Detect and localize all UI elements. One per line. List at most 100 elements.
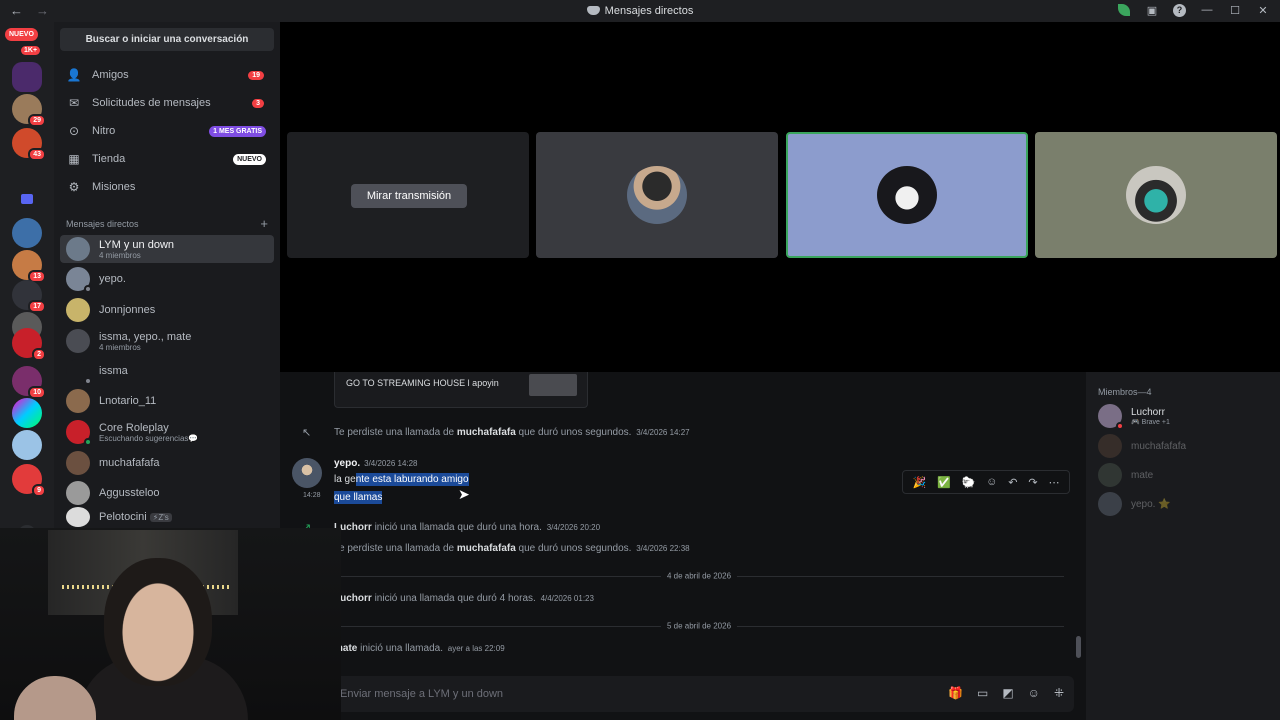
new-dm-icon[interactable]: +: [260, 216, 268, 231]
message-composer[interactable]: Enviar mensaje a LYM y un down 🎁 ▭ ◩ ☺ ⁜: [334, 676, 1074, 712]
more-icon[interactable]: ⋯: [1048, 476, 1059, 489]
call-stage: Mirar transmisión: [280, 22, 1280, 372]
apps-icon[interactable]: ⁜: [1054, 686, 1064, 700]
forward-icon[interactable]: ↷: [1028, 476, 1037, 489]
dm-item[interactable]: Core Roleplay Escuchando sugerencias💬: [60, 418, 274, 446]
message-actions-toolbar: 🎉 ✅ 🐑 ☺ ↶ ↷ ⋯: [902, 470, 1070, 494]
sticker-icon[interactable]: ◩: [1002, 686, 1013, 700]
server-icon[interactable]: 2: [12, 328, 46, 361]
participant-avatar: [877, 166, 937, 224]
dm-item[interactable]: Aggussteloo: [60, 479, 274, 507]
avatar: [66, 420, 92, 446]
window-title: Mensajes directos: [0, 5, 1280, 17]
nav-message-requests[interactable]: ✉ Solicitudes de mensajes 3: [60, 90, 274, 116]
watch-stream-button[interactable]: Mirar transmisión: [351, 184, 467, 208]
avatar: [66, 237, 90, 261]
title-bar: ← → Mensajes directos ▣ ? — ☐ ✕: [0, 0, 1280, 22]
avatar: [66, 267, 92, 293]
server-icon[interactable]: 17: [12, 280, 46, 313]
server-icon[interactable]: [12, 398, 42, 428]
webcam-overlay: [0, 528, 341, 720]
avatar: [1098, 463, 1122, 487]
member-item[interactable]: mate: [1098, 463, 1153, 487]
discord-logo-icon: [586, 6, 600, 15]
dm-item[interactable]: Lnotario_11: [60, 387, 274, 415]
add-reaction-icon[interactable]: ☺: [986, 476, 997, 488]
hover-timestamp: 14:28: [303, 492, 321, 499]
unread-count-badge: 1K+: [21, 46, 41, 55]
message-input[interactable]: Enviar mensaje a LYM y un down: [340, 688, 503, 700]
nitro-promo-tag: 1 MES GRATIS: [209, 125, 266, 137]
server-icon[interactable]: 13: [12, 250, 46, 283]
dm-item[interactable]: issma: [60, 357, 274, 385]
gift-icon[interactable]: 🎁: [948, 686, 963, 700]
dm-item[interactable]: yepo.: [60, 265, 274, 293]
avatar[interactable]: [292, 458, 322, 488]
message-text: que llamas: [334, 491, 383, 504]
nav-friends[interactable]: 👤 Amigos 19: [60, 62, 274, 88]
avatar: [66, 451, 90, 475]
server-icon[interactable]: 29: [12, 94, 46, 127]
server-icon[interactable]: 43: [12, 128, 46, 161]
dm-item[interactable]: LYM y un down 4 miembros: [60, 235, 274, 263]
nav-quests[interactable]: ⚙ Misiones: [60, 174, 274, 200]
member-item[interactable]: Luchorr 🎮 Brave +1: [1098, 404, 1170, 430]
chat-area: GO TO STREAMING HOUSE l apoyin ↖ Te perd…: [280, 372, 1086, 720]
avatar: [66, 481, 90, 505]
avatar: [66, 298, 90, 322]
server-icon[interactable]: [12, 218, 42, 248]
search-conversation-button[interactable]: Buscar o iniciar una conversación: [60, 28, 274, 51]
server-icon[interactable]: 10: [12, 366, 46, 399]
participant-tile[interactable]: [536, 132, 778, 258]
system-message: Luchorr inició una llamada que duró 4 ho…: [334, 593, 594, 604]
system-message: Te perdiste una llamada de muchafafafa q…: [334, 543, 690, 554]
nuevo-badge[interactable]: NUEVO: [5, 28, 38, 41]
requests-badge: 3: [252, 98, 264, 108]
dm-item[interactable]: muchafafafa: [60, 449, 274, 477]
folder-icon[interactable]: [21, 194, 33, 204]
member-item[interactable]: yepo. ⭐: [1098, 492, 1171, 516]
gif-icon[interactable]: ▭: [977, 686, 988, 700]
party-reaction-icon[interactable]: 🎉: [912, 476, 926, 489]
help-icon[interactable]: ?: [1173, 3, 1186, 17]
emoji-icon[interactable]: ☺: [1028, 686, 1040, 700]
chat-scrollbar[interactable]: [1076, 636, 1081, 658]
dm-item[interactable]: Pelotocini ⚡Z's: [60, 506, 274, 528]
server-icon[interactable]: [12, 62, 42, 92]
dm-section-header: Mensajes directos +: [66, 216, 268, 231]
nitro-icon: ⊙: [68, 124, 80, 138]
date-divider: 4 de abril de 2026: [334, 571, 1064, 581]
server-icon[interactable]: [12, 430, 42, 460]
system-message: mate inició una llamada. ayer a las 22:0…: [334, 643, 505, 654]
reply-icon[interactable]: ↶: [1008, 476, 1017, 489]
shop-new-tag: NUEVO: [233, 153, 266, 165]
webcam-person-face: [104, 558, 212, 686]
participant-avatar: [1126, 166, 1186, 224]
webcam-person-hand: [14, 676, 96, 720]
system-message: Te perdiste una llamada de muchafafafa q…: [334, 427, 690, 438]
avatar: [1098, 492, 1122, 516]
participant-tile[interactable]: [1035, 132, 1277, 258]
member-item[interactable]: muchafafafa: [1098, 434, 1186, 458]
close-icon[interactable]: ✕: [1256, 3, 1270, 17]
leaf-icon[interactable]: [1117, 3, 1131, 17]
sheep-reaction-icon[interactable]: 🐑: [962, 476, 976, 489]
avatar: [1098, 404, 1124, 430]
screen-icon[interactable]: ▣: [1145, 3, 1159, 17]
stream-tile[interactable]: Mirar transmisión: [287, 132, 529, 258]
nav-nitro[interactable]: ⊙ Nitro 1 MES GRATIS: [60, 118, 274, 144]
avatar: [66, 329, 90, 353]
dm-item[interactable]: Jonnjonnes: [60, 296, 274, 324]
participant-tile-speaking[interactable]: [786, 132, 1028, 258]
nav-shop[interactable]: ▦ Tienda NUEVO: [60, 146, 274, 172]
server-icon[interactable]: 9: [12, 464, 46, 497]
mouse-cursor-icon: ➤: [458, 486, 470, 502]
link-embed[interactable]: GO TO STREAMING HOUSE l apoyin: [334, 372, 588, 408]
message-author[interactable]: yepo. 3/4/2026 14:28: [334, 458, 418, 469]
minimize-icon[interactable]: —: [1200, 3, 1214, 17]
avatar: [66, 507, 90, 527]
avatar: [66, 389, 90, 413]
dm-item[interactable]: issma, yepo., mate 4 miembros: [60, 327, 274, 355]
maximize-icon[interactable]: ☐: [1228, 3, 1242, 17]
check-reaction-icon[interactable]: ✅: [937, 476, 951, 489]
